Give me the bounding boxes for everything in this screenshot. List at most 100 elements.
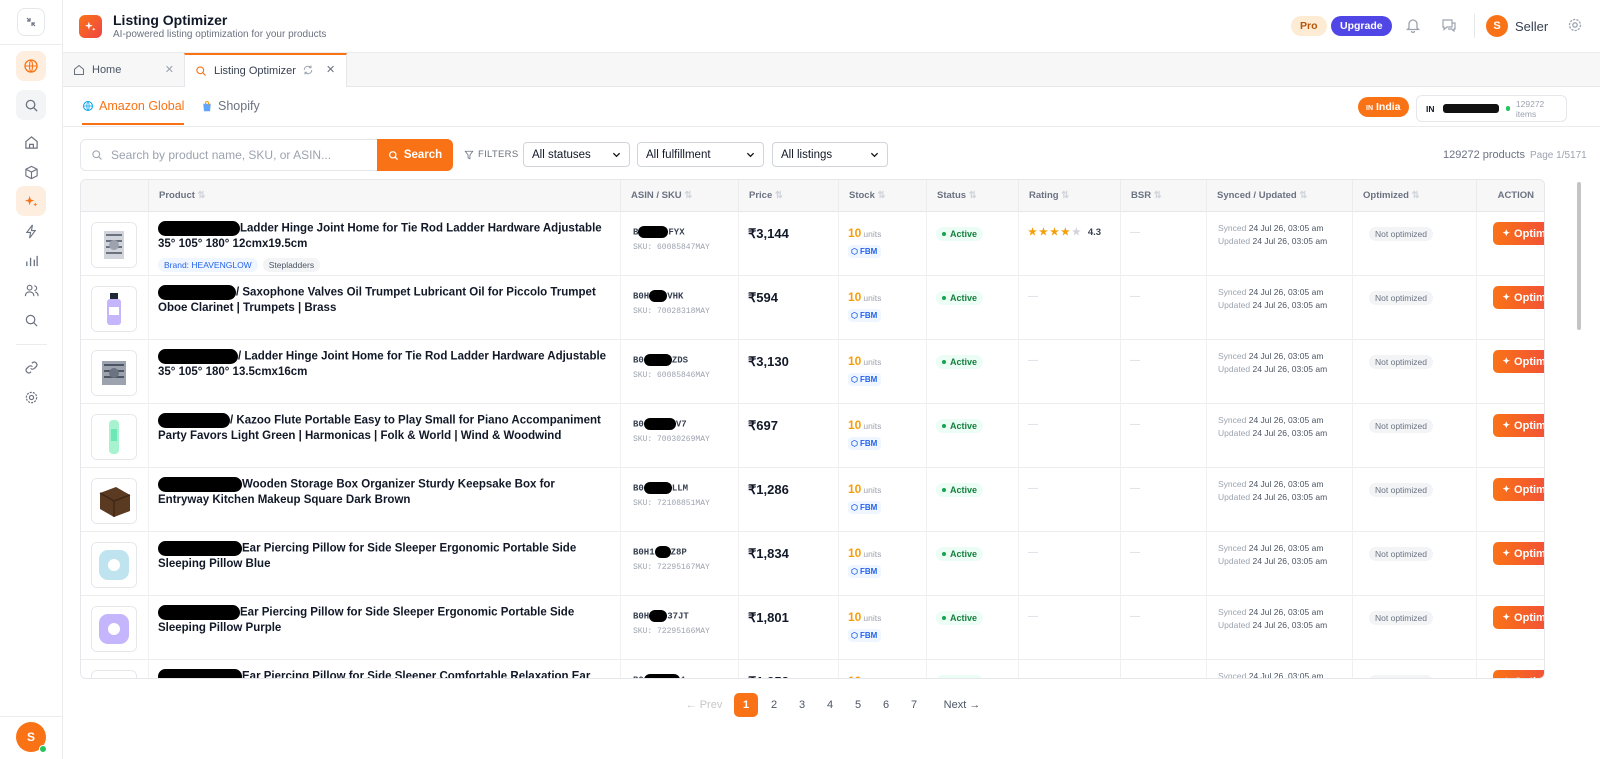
sidebar-item-home[interactable] bbox=[16, 127, 46, 157]
star-icon: ★ bbox=[1071, 227, 1081, 238]
optimize-button[interactable]: ✦Optimize bbox=[1493, 350, 1544, 373]
optimize-button[interactable]: ✦Optimize bbox=[1493, 414, 1544, 437]
sidebar-item-integrations[interactable] bbox=[16, 352, 46, 382]
page-number-button[interactable]: 1 bbox=[734, 693, 758, 717]
refresh-icon[interactable] bbox=[302, 64, 314, 76]
product-thumbnail[interactable] bbox=[91, 670, 137, 678]
asin[interactable]: B FYX bbox=[633, 226, 685, 238]
table-row[interactable]: / Ladder Hinge Joint Home for Tie Rod La… bbox=[81, 340, 1544, 404]
sidebar-item-users[interactable] bbox=[16, 275, 46, 305]
product-title[interactable]: Ear Piercing Pillow for Side Sleeper Com… bbox=[158, 669, 608, 678]
page-number-button[interactable]: 2 bbox=[762, 693, 786, 717]
optimize-button[interactable]: ✦Optimize bbox=[1493, 542, 1544, 565]
col-header-price[interactable]: Price ⇅ bbox=[738, 180, 838, 212]
prev-page-button[interactable]: ← Prev bbox=[684, 693, 724, 717]
product-title[interactable]: Ear Piercing Pillow for Side Sleeper Erg… bbox=[158, 541, 608, 572]
product-title[interactable]: / Kazoo Flute Portable Easy to Play Smal… bbox=[158, 413, 608, 444]
link-icon bbox=[24, 360, 38, 374]
table-scrollbar-thumb[interactable] bbox=[1577, 182, 1581, 330]
collapse-sidebar-icon[interactable] bbox=[17, 8, 45, 36]
optimize-button[interactable]: ✦Optimize bbox=[1493, 670, 1544, 678]
users-icon bbox=[24, 284, 39, 296]
optimized-cell bbox=[1352, 468, 1476, 532]
table-row[interactable]: Wooden Storage Box Organizer Sturdy Keep… bbox=[81, 468, 1544, 532]
tab-close-icon[interactable]: ✕ bbox=[165, 63, 174, 76]
asin[interactable]: B0 LLM bbox=[633, 482, 688, 494]
product-thumbnail[interactable] bbox=[91, 478, 137, 524]
asin[interactable]: B0 V7 bbox=[633, 418, 687, 430]
sidebar-item-research[interactable] bbox=[16, 305, 46, 335]
status-filter-select[interactable]: All statuses bbox=[523, 142, 630, 167]
search-button[interactable]: Search bbox=[377, 139, 453, 171]
page-number-button[interactable]: 7 bbox=[902, 693, 926, 717]
product-thumbnail[interactable] bbox=[91, 542, 137, 588]
tab-shopify[interactable]: Shopify bbox=[201, 99, 260, 113]
col-header-status[interactable]: Status ⇅ bbox=[926, 180, 1018, 212]
table-row[interactable]: / Saxophone Valves Oil Trumpet Lubricant… bbox=[81, 276, 1544, 340]
page-number-button[interactable]: 3 bbox=[790, 693, 814, 717]
table-row[interactable]: Ear Piercing Pillow for Side Sleeper Erg… bbox=[81, 596, 1544, 660]
page-number-button[interactable]: 5 bbox=[846, 693, 870, 717]
asin[interactable]: B0H VHK bbox=[633, 290, 683, 302]
col-header-synced[interactable]: Synced / Updated ⇅ bbox=[1206, 180, 1352, 212]
product-title[interactable]: / Saxophone Valves Oil Trumpet Lubricant… bbox=[158, 285, 608, 316]
tab-amazon-global[interactable]: Amazon Global bbox=[82, 99, 185, 125]
user-name[interactable]: Seller bbox=[1515, 19, 1548, 34]
product-thumbnail[interactable] bbox=[91, 222, 137, 268]
asin[interactable]: B04 bbox=[633, 674, 685, 678]
col-header-rating[interactable]: Rating ⇅ bbox=[1018, 180, 1120, 212]
sidebar-item-analytics[interactable] bbox=[16, 245, 46, 275]
brand-tag[interactable]: Brand: HEAVENGLOW bbox=[158, 258, 258, 272]
stock: 10units bbox=[848, 354, 882, 368]
asin[interactable]: B0 ZDS bbox=[633, 354, 688, 366]
user-avatar-header[interactable]: S bbox=[1486, 15, 1508, 37]
product-title[interactable]: Wooden Storage Box Organizer Sturdy Keep… bbox=[158, 477, 608, 508]
col-header-optimized[interactable]: Optimized ⇅ bbox=[1352, 180, 1476, 212]
sidebar-item-search[interactable] bbox=[16, 90, 46, 120]
search-input[interactable] bbox=[111, 148, 361, 162]
table-row[interactable]: / Kazoo Flute Portable Easy to Play Smal… bbox=[81, 404, 1544, 468]
gear-icon[interactable] bbox=[1567, 17, 1585, 35]
asin[interactable]: B0H 37JT bbox=[633, 610, 689, 622]
product-title[interactable]: Ladder Hinge Joint Home for Tie Rod Ladd… bbox=[158, 221, 608, 252]
sidebar-item-automation[interactable] bbox=[16, 216, 46, 246]
optimize-button[interactable]: ✦Optimize bbox=[1493, 286, 1544, 309]
sidebar-item-globe[interactable] bbox=[16, 51, 46, 81]
col-header-stock[interactable]: Stock ⇅ bbox=[838, 180, 926, 212]
optimize-button[interactable]: ✦Optimize bbox=[1493, 478, 1544, 501]
upgrade-button[interactable]: Upgrade bbox=[1331, 16, 1392, 36]
filters-label: FILTERS bbox=[464, 149, 518, 160]
search-field[interactable] bbox=[80, 139, 378, 171]
product-thumbnail[interactable] bbox=[91, 414, 137, 460]
store-selector[interactable]: IN 129272 items bbox=[1416, 95, 1567, 122]
bell-icon[interactable] bbox=[1405, 17, 1423, 35]
product-title[interactable]: Ear Piercing Pillow for Side Sleeper Erg… bbox=[158, 605, 608, 636]
table-row[interactable]: Ear Piercing Pillow for Side Sleeper Erg… bbox=[81, 532, 1544, 596]
country-badge[interactable]: IN India bbox=[1358, 97, 1409, 117]
page-number-button[interactable]: 6 bbox=[874, 693, 898, 717]
optimize-button[interactable]: ✦Optimize bbox=[1493, 222, 1544, 245]
optimize-button[interactable]: ✦Optimize bbox=[1493, 606, 1544, 629]
next-page-button[interactable]: Next → bbox=[940, 693, 984, 717]
chat-icon[interactable] bbox=[1441, 17, 1459, 35]
product-thumbnail[interactable] bbox=[91, 286, 137, 332]
listings-filter-select[interactable]: All listings bbox=[772, 142, 888, 167]
sidebar-item-settings[interactable] bbox=[16, 382, 46, 412]
col-header-product[interactable]: Product ⇅ bbox=[148, 180, 610, 212]
col-header-asin[interactable]: ASIN / SKU ⇅ bbox=[620, 180, 738, 212]
table-row[interactable]: Ear Piercing Pillow for Side Sleeper Com… bbox=[81, 660, 1544, 678]
tab-close-icon[interactable]: ✕ bbox=[326, 63, 335, 76]
col-header-bsr[interactable]: BSR ⇅ bbox=[1120, 180, 1206, 212]
page-number-button[interactable]: 4 bbox=[818, 693, 842, 717]
sidebar-item-optimizer[interactable] bbox=[16, 186, 46, 216]
category-tag[interactable]: Stepladders bbox=[262, 258, 321, 272]
product-title[interactable]: / Ladder Hinge Joint Home for Tie Rod La… bbox=[158, 349, 608, 380]
tab-listing-optimizer[interactable]: Listing Optimizer ✕ bbox=[184, 53, 347, 87]
tab-home[interactable]: Home ✕ bbox=[63, 53, 184, 87]
product-thumbnail[interactable] bbox=[91, 606, 137, 652]
asin[interactable]: B0H1 Z8P bbox=[633, 546, 687, 558]
table-row[interactable]: Ladder Hinge Joint Home for Tie Rod Ladd… bbox=[81, 212, 1544, 276]
fulfillment-filter-select[interactable]: All fulfillment bbox=[637, 142, 764, 167]
sidebar-item-products[interactable] bbox=[16, 157, 46, 187]
product-thumbnail[interactable] bbox=[91, 350, 137, 396]
